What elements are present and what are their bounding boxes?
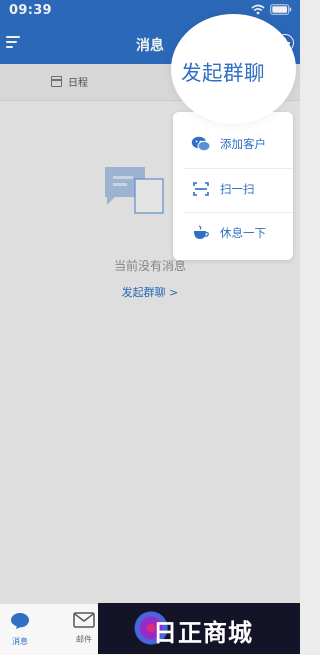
calendar-icon [51, 76, 62, 87]
magnified-start-group-chat[interactable]: 发起群聊 [171, 14, 296, 124]
magnified-label: 发起群聊 [181, 61, 265, 85]
watermark-text: 日正商城 [153, 619, 253, 647]
tab-schedule[interactable]: 日程 [51, 74, 88, 89]
battery-icon [270, 4, 292, 15]
wechat-icon [191, 136, 211, 152]
menu-item-scan[interactable]: 扫一扫 [173, 169, 293, 209]
start-group-chat-link[interactable]: 发起群聊 > [0, 284, 300, 300]
bottom-nav-messages[interactable]: 消息 [0, 612, 40, 647]
status-icons [251, 4, 292, 15]
menu-item-label: 休息一下 [220, 226, 266, 240]
menu-item-label: 扫一扫 [220, 182, 255, 196]
coffee-cup-icon [191, 225, 211, 241]
menu-item-label: 添加客户 [220, 137, 266, 151]
tab-schedule-label: 日程 [68, 78, 88, 89]
wifi-icon [251, 4, 265, 15]
popup-menu: 添加客户 扫一扫 休息一下 [173, 112, 293, 260]
empty-messages-illustration [105, 167, 164, 214]
status-time: 09:39 [9, 3, 52, 18]
mail-icon [73, 612, 95, 628]
watermark-banner: 日正商城 [98, 603, 300, 654]
menu-item-take-break[interactable]: 休息一下 [173, 213, 293, 253]
menu-item-add-customer[interactable]: 添加客户 [173, 124, 293, 164]
bottom-nav-label: 消息 [12, 637, 28, 646]
chat-bubble-icon [11, 613, 29, 629]
scan-icon [191, 182, 211, 196]
